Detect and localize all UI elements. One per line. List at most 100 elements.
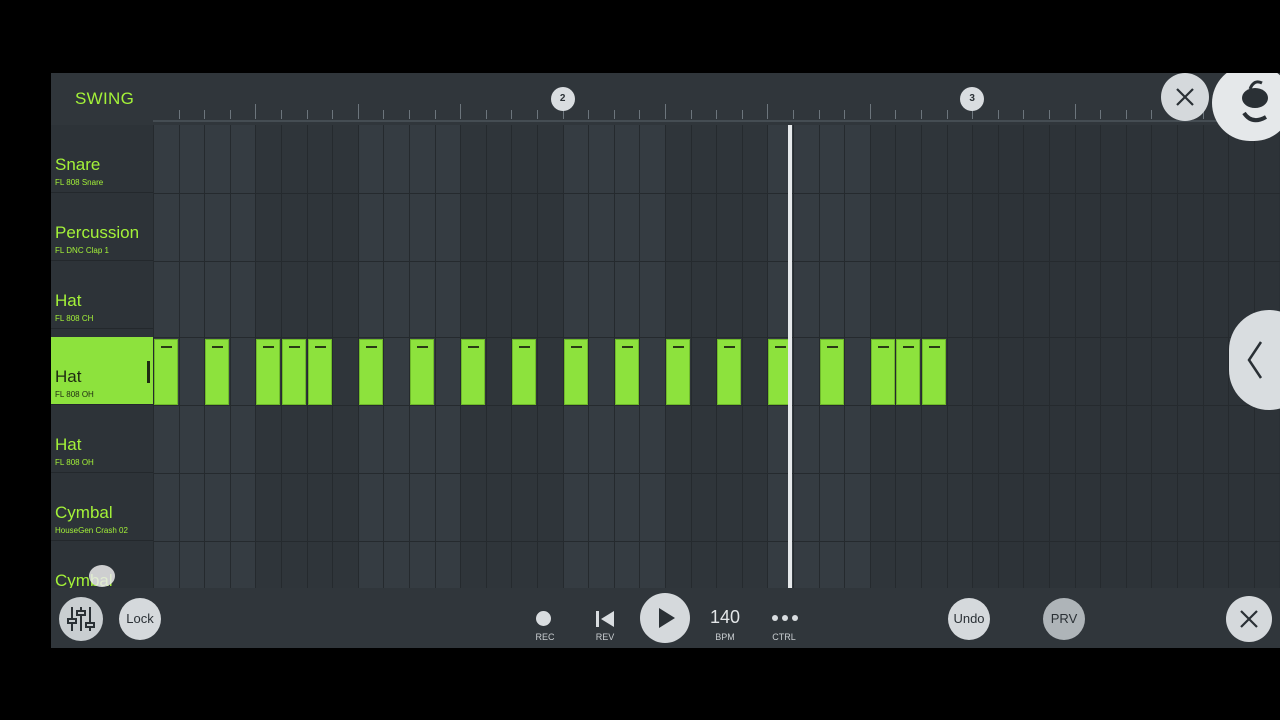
bar-marker[interactable]: 2 (550, 87, 575, 111)
step-button-on[interactable] (282, 339, 306, 405)
ruler-tick (434, 110, 436, 119)
step-button-on[interactable] (922, 339, 946, 405)
lock-button[interactable]: Lock (119, 598, 161, 640)
step-column[interactable] (1202, 125, 1229, 588)
step-column[interactable] (639, 125, 665, 588)
step-button-on[interactable] (205, 339, 230, 405)
row-separator (153, 473, 1280, 474)
ruler-tick (1151, 110, 1153, 119)
ruler-tick (665, 104, 666, 119)
step-column[interactable] (1023, 125, 1049, 588)
step-column[interactable] (972, 125, 998, 588)
step-button-on[interactable] (307, 339, 332, 405)
channel-name: Hat (55, 367, 82, 386)
step-column[interactable] (1049, 125, 1075, 588)
step-column[interactable] (178, 125, 205, 588)
ctrl-label: CTRL (772, 632, 796, 642)
step-button-on[interactable] (461, 339, 486, 405)
step-column[interactable] (434, 125, 461, 588)
channel-button-cymbal[interactable]: Cymbal HouseGen Crash 02 (51, 473, 153, 541)
timeline-ruler[interactable]: SWING 2 3 (51, 73, 1280, 125)
channel-button-hat-ch[interactable]: Hat FL 808 CH (51, 261, 153, 329)
step-column[interactable] (1177, 125, 1203, 588)
channel-name: Percussion (55, 223, 140, 242)
step-column[interactable] (946, 125, 973, 588)
step-button-on[interactable] (154, 339, 178, 405)
tempo-value[interactable]: 140 (705, 607, 745, 628)
play-button[interactable] (640, 593, 690, 643)
row-separator (153, 405, 1280, 406)
ruler-tick (485, 110, 487, 119)
step-column[interactable] (1151, 125, 1177, 588)
step-column[interactable] (997, 125, 1024, 588)
step-column[interactable] (844, 125, 870, 588)
step-column[interactable] (383, 125, 409, 588)
close-window-button[interactable] (1226, 596, 1272, 642)
channel-name: Hat (55, 291, 82, 310)
step-column[interactable] (741, 125, 768, 588)
step-button-on[interactable] (666, 339, 690, 405)
channel-button-snare[interactable]: Snare FL 808 Snare (51, 125, 153, 193)
step-button-on[interactable] (358, 339, 383, 405)
step-button-on[interactable] (819, 339, 844, 405)
ruler-tick (229, 110, 231, 119)
channel-button-percussion[interactable]: Percussion FL DNC Clap 1 (51, 193, 153, 261)
step-column[interactable] (1100, 125, 1126, 588)
step-column[interactable] (588, 125, 614, 588)
record-dot-icon[interactable] (536, 611, 551, 626)
step-button-on[interactable] (896, 339, 921, 405)
ruler-tick (793, 110, 794, 119)
step-button-on[interactable] (512, 339, 537, 405)
skip-back-icon[interactable] (593, 608, 617, 630)
channel-button-hat-oh-selected[interactable]: Hat FL 808 OH (51, 337, 153, 405)
row-separator (153, 193, 1280, 194)
ruler-tick (997, 110, 999, 119)
preview-button[interactable]: PRV (1043, 598, 1085, 640)
bpm-label: BPM (715, 632, 735, 642)
playhead (787, 125, 792, 588)
channel-button-hat-oh[interactable]: Hat FL 808 OH (51, 405, 153, 473)
row-separator (153, 337, 1280, 338)
ruler-tick (306, 110, 308, 119)
step-column[interactable] (690, 125, 717, 588)
side-panel-toggle[interactable] (1229, 310, 1280, 410)
ruler-tick (1074, 104, 1076, 119)
touch-indicator (89, 565, 115, 587)
step-grid[interactable] (153, 125, 1280, 588)
step-column[interactable] (793, 125, 819, 588)
ruler-tick (844, 110, 846, 119)
mixer-icon (67, 607, 95, 631)
step-button-on[interactable] (410, 339, 434, 405)
resize-handle[interactable] (147, 361, 150, 383)
mixer-button[interactable] (59, 597, 103, 641)
ruler-tick (204, 110, 206, 119)
channel-sample: FL DNC Clap 1 (55, 246, 109, 255)
ruler-tick (1023, 110, 1025, 119)
transport-toolbar: Lock REC REV 140 BPM CTRL Undo PRV (51, 588, 1280, 648)
bar-marker[interactable]: 3 (960, 87, 985, 111)
fl-logo-button[interactable] (1212, 73, 1280, 141)
channel-sample: FL 808 CH (55, 314, 94, 323)
step-button-on[interactable] (870, 339, 895, 405)
close-sequencer-button[interactable] (1161, 73, 1209, 121)
step-column[interactable] (229, 125, 256, 588)
step-column[interactable] (537, 125, 563, 588)
step-button-on[interactable] (256, 339, 281, 405)
step-sequencer-window: SWING 2 3 Snare FL 808 Snare Percussion F… (51, 73, 1280, 648)
undo-button[interactable]: Undo (948, 598, 990, 640)
step-button-on[interactable] (717, 339, 742, 405)
swing-control[interactable]: SWING (75, 89, 134, 109)
step-column[interactable] (1074, 125, 1101, 588)
chevron-left-icon (1247, 341, 1263, 379)
step-column[interactable] (1125, 125, 1152, 588)
ruler-tick (690, 110, 692, 119)
step-button-on[interactable] (563, 339, 588, 405)
step-button-on[interactable] (614, 339, 639, 405)
step-column[interactable] (332, 125, 358, 588)
ruler-tick (741, 110, 743, 119)
ruler-tick (1125, 110, 1127, 119)
ruler-tick (639, 110, 641, 119)
channel-name: Cymbal (55, 503, 113, 522)
step-column[interactable] (485, 125, 512, 588)
channel-name: Snare (55, 155, 101, 174)
